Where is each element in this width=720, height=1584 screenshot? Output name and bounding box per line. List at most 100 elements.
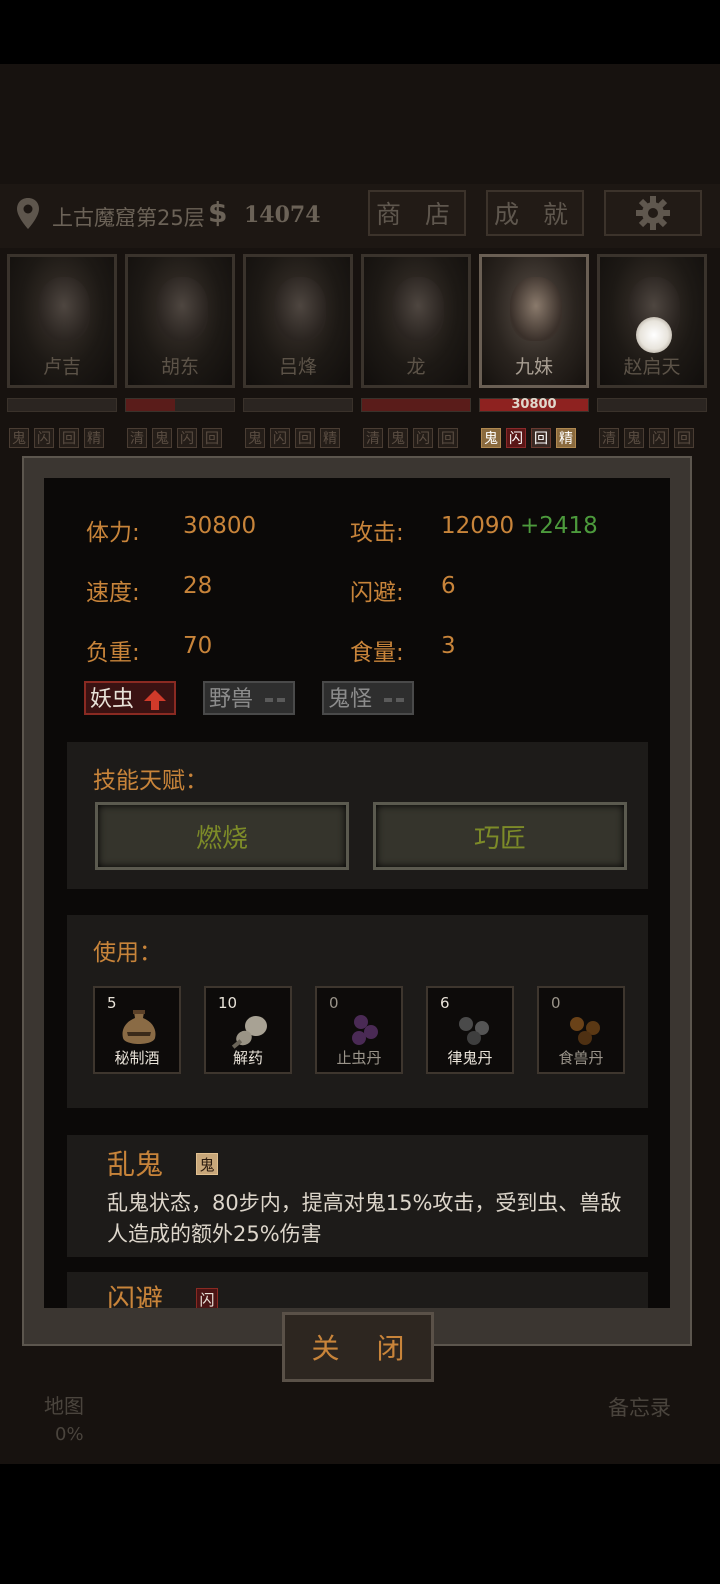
shop-button[interactable]: 商 店 <box>368 190 466 236</box>
antidote-gourd-icon <box>231 1016 267 1049</box>
close-button[interactable]: 关 闭 <box>282 1312 434 1382</box>
dash-icon <box>277 698 285 702</box>
item-slot[interactable]: 10 解药 <box>204 986 292 1074</box>
status-tag: 清 <box>363 428 383 448</box>
hp-bar <box>361 398 471 412</box>
status-tag: 回 <box>674 428 694 448</box>
talent-craftsman-button[interactable]: 巧匠 <box>373 802 627 870</box>
gear-icon <box>636 196 670 230</box>
load-value: 70 <box>183 633 213 659</box>
dodge-value: 6 <box>441 573 456 599</box>
character-name: 吕烽 <box>278 356 317 378</box>
status-tag: 精 <box>556 428 576 448</box>
item-slot[interactable]: 0 食兽丹 <box>537 986 625 1074</box>
map-label[interactable]: 地图 <box>44 1390 84 1419</box>
grey-pills-icon <box>459 1017 489 1045</box>
item-count: 6 <box>440 994 450 1012</box>
dash-icon <box>396 698 404 702</box>
settings-button[interactable] <box>604 190 702 236</box>
item-slot[interactable]: 5 秘制酒 <box>93 986 181 1074</box>
status-tag: 闪 <box>649 428 669 448</box>
map-progress: 0% <box>55 1424 84 1445</box>
hp-value: 30800 <box>511 397 557 412</box>
status-tag: 精 <box>84 428 104 448</box>
memo-label[interactable]: 备忘录 <box>608 1392 671 1422</box>
status-tags: 清 鬼 闪 回 <box>127 428 222 450</box>
character-portrait[interactable]: 卢吉 <box>7 254 117 388</box>
effect-title: 乱鬼 <box>107 1148 164 1181</box>
status-tag: 回 <box>202 428 222 448</box>
item-name: 食兽丹 <box>558 1049 604 1067</box>
item-count: 0 <box>551 994 561 1012</box>
item-slot[interactable]: 0 止虫丹 <box>315 986 403 1074</box>
location-pin-icon <box>17 198 39 229</box>
status-tag: 鬼 <box>481 428 501 448</box>
character-portrait-selected[interactable]: 九妹 <box>479 254 589 388</box>
affinity-insect: 妖虫 <box>84 681 176 715</box>
status-tags: 鬼 闪 回 精 <box>245 428 340 450</box>
status-tag: 闪 <box>506 428 526 448</box>
effect-title: 闪避 <box>107 1283 164 1308</box>
effect-entry: 闪避 闪 <box>67 1272 648 1308</box>
item-count: 5 <box>107 994 117 1012</box>
status-tags: 清 鬼 闪 回 <box>363 428 458 450</box>
dash-icon <box>265 698 273 702</box>
food-value: 3 <box>441 633 456 659</box>
hp-bar <box>243 398 353 412</box>
attack-label: 攻击: <box>350 520 404 546</box>
dodge-label: 闪避: <box>350 580 404 606</box>
achievements-button[interactable]: 成 就 <box>486 190 584 236</box>
item-name: 止虫丹 <box>336 1049 382 1067</box>
speed-value: 28 <box>183 573 213 599</box>
character-portrait[interactable]: 龙 <box>361 254 471 388</box>
character-portrait[interactable]: 赵启天 <box>597 254 707 388</box>
status-tags: 清 鬼 闪 回 <box>599 428 694 450</box>
character-portrait[interactable]: 吕烽 <box>243 254 353 388</box>
dodge-badge: 闪 <box>196 1288 218 1308</box>
dash-icon <box>384 698 392 702</box>
character-name: 龙 <box>406 356 426 378</box>
character-name: 九妹 <box>514 356 553 378</box>
affinity-label: 鬼怪 <box>328 687 373 712</box>
talent-burn-button[interactable]: 燃烧 <box>95 802 349 870</box>
money-value: 14074 <box>244 202 321 228</box>
status-tag: 清 <box>599 428 619 448</box>
character-portrait[interactable]: 胡东 <box>125 254 235 388</box>
status-tags: 鬼 闪 回 精 <box>9 428 104 450</box>
talents-title: 技能天赋： <box>93 768 208 794</box>
wine-jar-icon <box>122 1010 156 1044</box>
item-count: 0 <box>329 994 339 1012</box>
status-tag: 回 <box>438 428 458 448</box>
status-tag: 鬼 <box>152 428 172 448</box>
status-tag: 鬼 <box>388 428 408 448</box>
hp-bar <box>7 398 117 412</box>
item-name: 秘制酒 <box>114 1049 160 1067</box>
status-tag: 闪 <box>270 428 290 448</box>
stamina-value: 30800 <box>183 513 257 539</box>
character-name: 卢吉 <box>42 356 81 378</box>
item-name: 解药 <box>232 1049 263 1067</box>
effect-description-line: 乱鬼状态，80步内，提高对鬼15%攻击，受到虫、兽敌 <box>107 1191 622 1215</box>
hp-bar <box>125 398 235 412</box>
status-tag: 清 <box>127 428 147 448</box>
hp-bar <box>597 398 707 412</box>
money-icon: $ <box>208 196 228 229</box>
status-tag: 回 <box>531 428 551 448</box>
item-slot[interactable]: 6 律鬼丹 <box>426 986 514 1074</box>
use-title: 使用： <box>93 940 162 966</box>
affinity-label: 妖虫 <box>90 687 135 712</box>
effect-description-line: 人造成的额外25%伤害 <box>107 1222 322 1246</box>
status-tag: 闪 <box>34 428 54 448</box>
stamina-label: 体力: <box>86 520 140 546</box>
attack-bonus: +2418 <box>520 513 598 539</box>
status-tag: 鬼 <box>9 428 29 448</box>
affinity-ghost: 鬼怪 <box>322 681 414 715</box>
status-tag: 闪 <box>413 428 433 448</box>
purple-pills-icon <box>352 1015 378 1045</box>
hp-bar: 30800 <box>479 397 589 412</box>
character-name: 赵启天 <box>623 356 681 378</box>
status-tag: 鬼 <box>624 428 644 448</box>
arrow-up-icon <box>144 690 166 710</box>
location-text: 上古魔窟第25层 <box>52 206 205 230</box>
item-name: 律鬼丹 <box>447 1049 493 1067</box>
